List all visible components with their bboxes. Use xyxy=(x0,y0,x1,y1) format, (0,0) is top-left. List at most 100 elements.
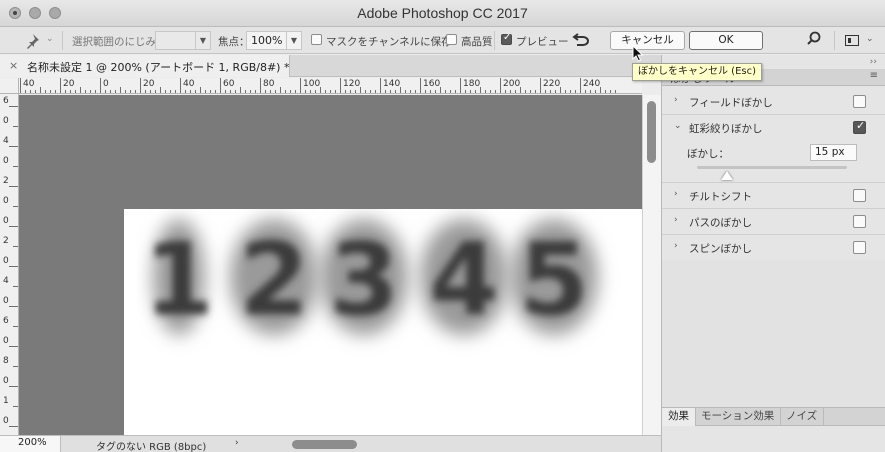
chevron-down-icon[interactable]: ⌄ xyxy=(674,121,682,131)
ruler-minor-tick xyxy=(65,90,66,93)
ruler-minor-tick xyxy=(355,90,356,93)
ruler-label: 0 xyxy=(3,416,9,426)
undo-icon[interactable] xyxy=(572,31,590,51)
workspace-icon[interactable] xyxy=(845,35,859,46)
cancel-button[interactable]: キャンセル xyxy=(610,31,685,50)
ruler-minor-tick xyxy=(550,90,551,93)
vertical-ruler[interactable]: 6 0 4 0 2 0 0 2 0 4 0 6 0 8 0 1 0 xyxy=(0,94,19,435)
ruler-label: 220 xyxy=(543,79,561,89)
save-mask-label: マスクをチャンネルに保存 xyxy=(326,36,452,48)
collapse-panel-icon[interactable]: ›› xyxy=(870,57,877,67)
canvas-pasteboard[interactable]: 12345 xyxy=(19,95,642,435)
ruler-minor-tick xyxy=(150,90,151,93)
iris-blur-checkbox[interactable] xyxy=(853,119,866,134)
field-blur-checkbox[interactable] xyxy=(853,95,866,108)
ruler-minor-tick xyxy=(565,90,566,93)
ruler-minor-tick xyxy=(285,90,286,93)
high-quality-checkbox[interactable] xyxy=(446,34,457,45)
chevron-right-icon[interactable]: › xyxy=(674,95,678,105)
tilt-shift-checkbox[interactable] xyxy=(853,189,866,202)
horizontal-scrollbar-thumb[interactable] xyxy=(292,440,357,449)
chevron-down-icon[interactable]: ⌄ xyxy=(46,34,54,44)
ruler-minor-tick xyxy=(405,90,406,93)
artboard[interactable]: 12345 xyxy=(124,209,642,435)
blur-item-spin-blur[interactable]: › スピンぼかし xyxy=(662,235,885,261)
ruler-minor-tick xyxy=(85,90,86,93)
ruler-tick xyxy=(340,78,341,93)
ruler-minor-tick xyxy=(605,90,606,93)
vertical-scrollbar[interactable] xyxy=(642,95,661,435)
ruler-minor-tick xyxy=(125,90,126,93)
document-info[interactable]: タグのない RGB (8bpc) xyxy=(96,438,206,452)
vertical-scrollbar-thumb[interactable] xyxy=(647,101,656,163)
chevron-right-icon[interactable]: › xyxy=(674,189,678,199)
chevron-down-icon[interactable]: ▼ xyxy=(286,32,301,49)
ruler-minor-tick xyxy=(70,90,71,93)
iris-blur-slider-handle[interactable] xyxy=(721,171,733,180)
ruler-minor-tick xyxy=(435,90,436,93)
ruler-tick xyxy=(9,306,18,307)
ruler-label: 2 xyxy=(3,236,9,246)
ruler-minor-tick xyxy=(205,90,206,93)
ruler-tick xyxy=(260,78,261,93)
ruler-minor-tick xyxy=(120,87,121,93)
iris-blur-slider[interactable] xyxy=(697,166,847,169)
ruler-minor-tick xyxy=(370,90,371,93)
chevron-down-icon[interactable]: ▼ xyxy=(195,32,210,49)
spin-blur-checkbox[interactable] xyxy=(853,241,866,254)
ruler-minor-tick xyxy=(265,90,266,93)
tab-effects[interactable]: 効果 xyxy=(662,408,696,426)
ruler-tick xyxy=(9,186,18,187)
ruler-minor-tick xyxy=(485,90,486,93)
ruler-minor-tick xyxy=(495,90,496,93)
pin-icon[interactable] xyxy=(24,33,40,49)
blur-item-path-blur[interactable]: › パスのぼかし xyxy=(662,209,885,235)
ruler-minor-tick xyxy=(575,90,576,93)
ruler-minor-tick xyxy=(555,90,556,93)
ruler-label: 0 xyxy=(3,296,9,306)
preview-checkbox[interactable] xyxy=(501,32,512,45)
separator xyxy=(62,31,63,50)
chevron-down-icon[interactable]: ⌄ xyxy=(866,34,874,44)
ruler-label: 240 xyxy=(583,79,601,89)
ok-button[interactable]: OK xyxy=(689,31,763,50)
ruler-minor-tick xyxy=(365,90,366,93)
ruler-minor-tick xyxy=(230,90,231,93)
search-icon[interactable] xyxy=(806,31,822,51)
separator xyxy=(834,31,835,50)
ruler-minor-tick xyxy=(615,90,616,93)
ruler-tick xyxy=(180,78,181,93)
effects-panel-body xyxy=(662,426,885,452)
iris-blur-amount-field[interactable]: 15 px xyxy=(810,144,857,161)
blurred-digit: 2 xyxy=(239,221,309,338)
ruler-minor-tick xyxy=(455,90,456,93)
tab-motion-effects[interactable]: モーション効果 xyxy=(695,408,782,426)
selection-bleed-field[interactable]: ▼ xyxy=(155,31,211,50)
ruler-tick xyxy=(100,78,101,93)
ruler-minor-tick xyxy=(110,90,111,93)
path-blur-checkbox[interactable] xyxy=(853,215,866,228)
document-tab[interactable]: × 名称未設定 1 @ 200% (アートボード 1, RGB/8#) * xyxy=(0,55,290,77)
ruler-minor-tick xyxy=(305,90,306,93)
ruler-minor-tick xyxy=(335,90,336,93)
blurred-digit: 3 xyxy=(329,221,399,338)
focus-field[interactable]: 100% ▼ xyxy=(246,31,302,50)
ruler-label: 40 xyxy=(183,79,195,89)
blur-item-tilt-shift[interactable]: › チルトシフト xyxy=(662,183,885,209)
ruler-minor-tick xyxy=(155,90,156,93)
zoom-level-field[interactable]: 200% xyxy=(0,436,61,452)
save-mask-checkbox[interactable] xyxy=(311,34,322,45)
ruler-minor-tick xyxy=(595,90,596,93)
close-icon[interactable]: × xyxy=(9,59,18,72)
blur-item-iris-blur[interactable]: ⌄ 虹彩絞りぼかし ぼかし： 15 px xyxy=(662,115,885,183)
chevron-right-icon[interactable]: › xyxy=(674,215,678,225)
horizontal-ruler[interactable]: 40 20 0 20 40 60 80 100 120 140 160 180 200 220 240 xyxy=(19,78,642,94)
ruler-minor-tick xyxy=(270,90,271,93)
tab-noise[interactable]: ノイズ xyxy=(780,408,825,426)
chevron-right-icon[interactable]: › xyxy=(235,438,239,448)
chevron-right-icon[interactable]: › xyxy=(674,241,678,251)
panel-menu-icon[interactable]: ≡ xyxy=(870,70,878,81)
ruler-corner[interactable] xyxy=(0,78,19,94)
ruler-minor-tick xyxy=(275,90,276,93)
blur-item-field-blur[interactable]: › フィールドぼかし xyxy=(662,89,885,115)
